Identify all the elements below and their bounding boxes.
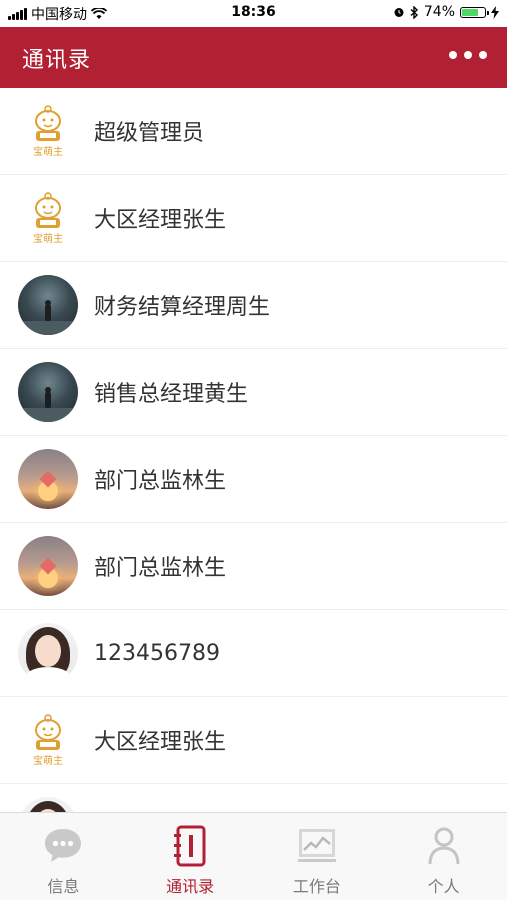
contact-name: 大区经理张生: [94, 730, 227, 755]
contact-row[interactable]: 销售总经理黄生: [0, 349, 507, 436]
contact-row[interactable]: 宝萌主 超级管理员: [0, 88, 507, 175]
contact-name: 部门总监林生: [94, 556, 227, 581]
avatar: 宝萌主: [18, 710, 78, 770]
avatar: [18, 536, 78, 596]
contact-row[interactable]: 部门总监林生: [0, 436, 507, 523]
avatar: [18, 623, 78, 683]
status-right: 74%: [393, 4, 499, 20]
contact-name: 大区经理张生: [94, 208, 227, 233]
avatar: [18, 362, 78, 422]
person-icon: [428, 827, 460, 865]
mascot-text: 宝萌主: [33, 754, 63, 767]
status-bar: 中国移动 18:36 74%: [0, 0, 507, 27]
tab-profile-label: 个人: [427, 877, 460, 896]
contact-list[interactable]: 宝萌主 超级管理员 宝萌主 大区经理张生 财务结算经理周生 销售总经理黄生 部门总监林…: [0, 88, 507, 812]
tab-contacts-label: 通讯录: [166, 877, 215, 896]
tab-workbench[interactable]: 工作台: [254, 813, 381, 900]
avatar: 宝萌主: [18, 188, 78, 248]
battery-icon: [460, 6, 489, 18]
battery-level: [462, 8, 478, 16]
battery-percent: 74%: [423, 4, 455, 20]
address-book-icon: [174, 825, 206, 867]
contact-name: 部门总监林生: [94, 469, 227, 494]
tab-messages-label: 信息: [47, 877, 80, 896]
tab-bar: 信息 通讯录 工作台 个人: [0, 812, 507, 900]
contact-name: 123456789: [94, 640, 220, 666]
mascot-icon: 宝萌主: [33, 192, 63, 245]
page-title: 通讯录: [22, 48, 92, 73]
mascot-icon: 宝萌主: [33, 714, 63, 767]
mascot-icon: 宝萌主: [33, 105, 63, 158]
tab-contacts[interactable]: 通讯录: [127, 813, 254, 900]
contact-row[interactable]: 宝萌主 大区经理张生: [0, 697, 507, 784]
contact-name: 财务结算经理周生: [94, 295, 271, 320]
mascot-text: 宝萌主: [33, 232, 63, 245]
contact-row-partial[interactable]: [0, 784, 507, 812]
workbench-chart-icon: [297, 829, 336, 862]
chat-bubble-icon: [45, 829, 82, 862]
tab-workbench-label: 工作台: [292, 877, 341, 896]
contact-name: 超级管理员: [94, 121, 205, 146]
tab-messages[interactable]: 信息: [0, 813, 127, 900]
more-dots-icon[interactable]: [449, 51, 487, 59]
bluetooth-icon: [410, 5, 418, 19]
mascot-text: 宝萌主: [33, 145, 63, 158]
contact-name: 销售总经理黄生: [94, 382, 249, 407]
alarm-icon: [394, 8, 404, 17]
contact-row[interactable]: 宝萌主 大区经理张生: [0, 175, 507, 262]
app-header: 通讯录: [0, 27, 507, 88]
contact-row[interactable]: 财务结算经理周生: [0, 262, 507, 349]
charging-icon: [491, 5, 499, 19]
avatar: [18, 275, 78, 335]
avatar: [18, 449, 78, 509]
contact-row[interactable]: 123456789: [0, 610, 507, 697]
avatar: [18, 797, 78, 812]
tab-profile[interactable]: 个人: [380, 813, 507, 900]
avatar: 宝萌主: [18, 101, 78, 161]
contact-row[interactable]: 部门总监林生: [0, 523, 507, 610]
